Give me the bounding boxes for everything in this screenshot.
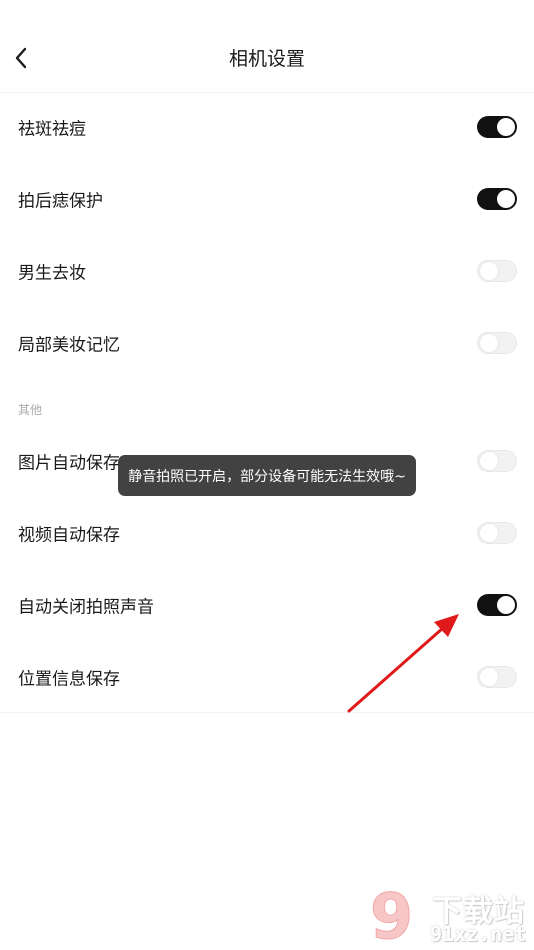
setting-row-video-autosave: 视频自动保存 xyxy=(0,497,534,569)
setting-label: 视频自动保存 xyxy=(18,525,120,546)
mute-shutter-toggle[interactable] xyxy=(477,594,517,616)
setting-row-mute-shutter: 自动关闭拍照声音 xyxy=(0,569,534,641)
watermark-en-text: 91xz.net xyxy=(430,922,527,946)
svg-text:9: 9 xyxy=(370,880,413,950)
toggle-knob xyxy=(497,118,515,136)
toggle-knob xyxy=(497,596,515,614)
makeup-memory-toggle[interactable] xyxy=(477,332,517,354)
setting-row-mole-protect: 拍后痣保护 xyxy=(0,163,534,235)
toggle-knob xyxy=(480,524,498,542)
setting-label: 自动关闭拍照声音 xyxy=(18,597,154,618)
top-bar: 相机设置 xyxy=(0,0,534,93)
mole-protect-toggle[interactable] xyxy=(477,188,517,210)
setting-row-male-makeup-remove: 男生去妆 xyxy=(0,235,534,307)
setting-row-makeup-memory: 局部美妆记忆 xyxy=(0,307,534,379)
male-makeup-remove-toggle[interactable] xyxy=(477,260,517,282)
toast-message: 静音拍照已开启，部分设备可能无法生效哦~ xyxy=(118,455,416,496)
toggle-knob xyxy=(480,668,498,686)
toggle-knob xyxy=(480,262,498,280)
location-save-toggle[interactable] xyxy=(477,666,517,688)
photo-autosave-toggle[interactable] xyxy=(477,450,517,472)
setting-label: 拍后痣保护 xyxy=(18,191,103,212)
watermark-logo: 9 下载站 91xz.net xyxy=(362,880,534,950)
setting-row-blemish: 祛斑祛痘 xyxy=(0,91,534,163)
page-title: 相机设置 xyxy=(228,48,305,70)
setting-row-location-save: 位置信息保存 xyxy=(0,641,534,713)
logo-9-icon: 9 xyxy=(370,880,414,950)
setting-label: 局部美妆记忆 xyxy=(18,335,120,356)
toggle-knob xyxy=(480,334,498,352)
toggle-knob xyxy=(480,452,498,470)
section-header-other: 其他 xyxy=(18,403,43,417)
toggle-knob xyxy=(497,190,515,208)
blemish-toggle[interactable] xyxy=(477,116,517,138)
divider xyxy=(0,712,534,713)
video-autosave-toggle[interactable] xyxy=(477,522,517,544)
setting-label: 祛斑祛痘 xyxy=(18,119,86,140)
setting-label: 男生去妆 xyxy=(18,263,86,284)
setting-label: 图片自动保存 xyxy=(18,453,120,474)
setting-label: 位置信息保存 xyxy=(18,669,120,690)
